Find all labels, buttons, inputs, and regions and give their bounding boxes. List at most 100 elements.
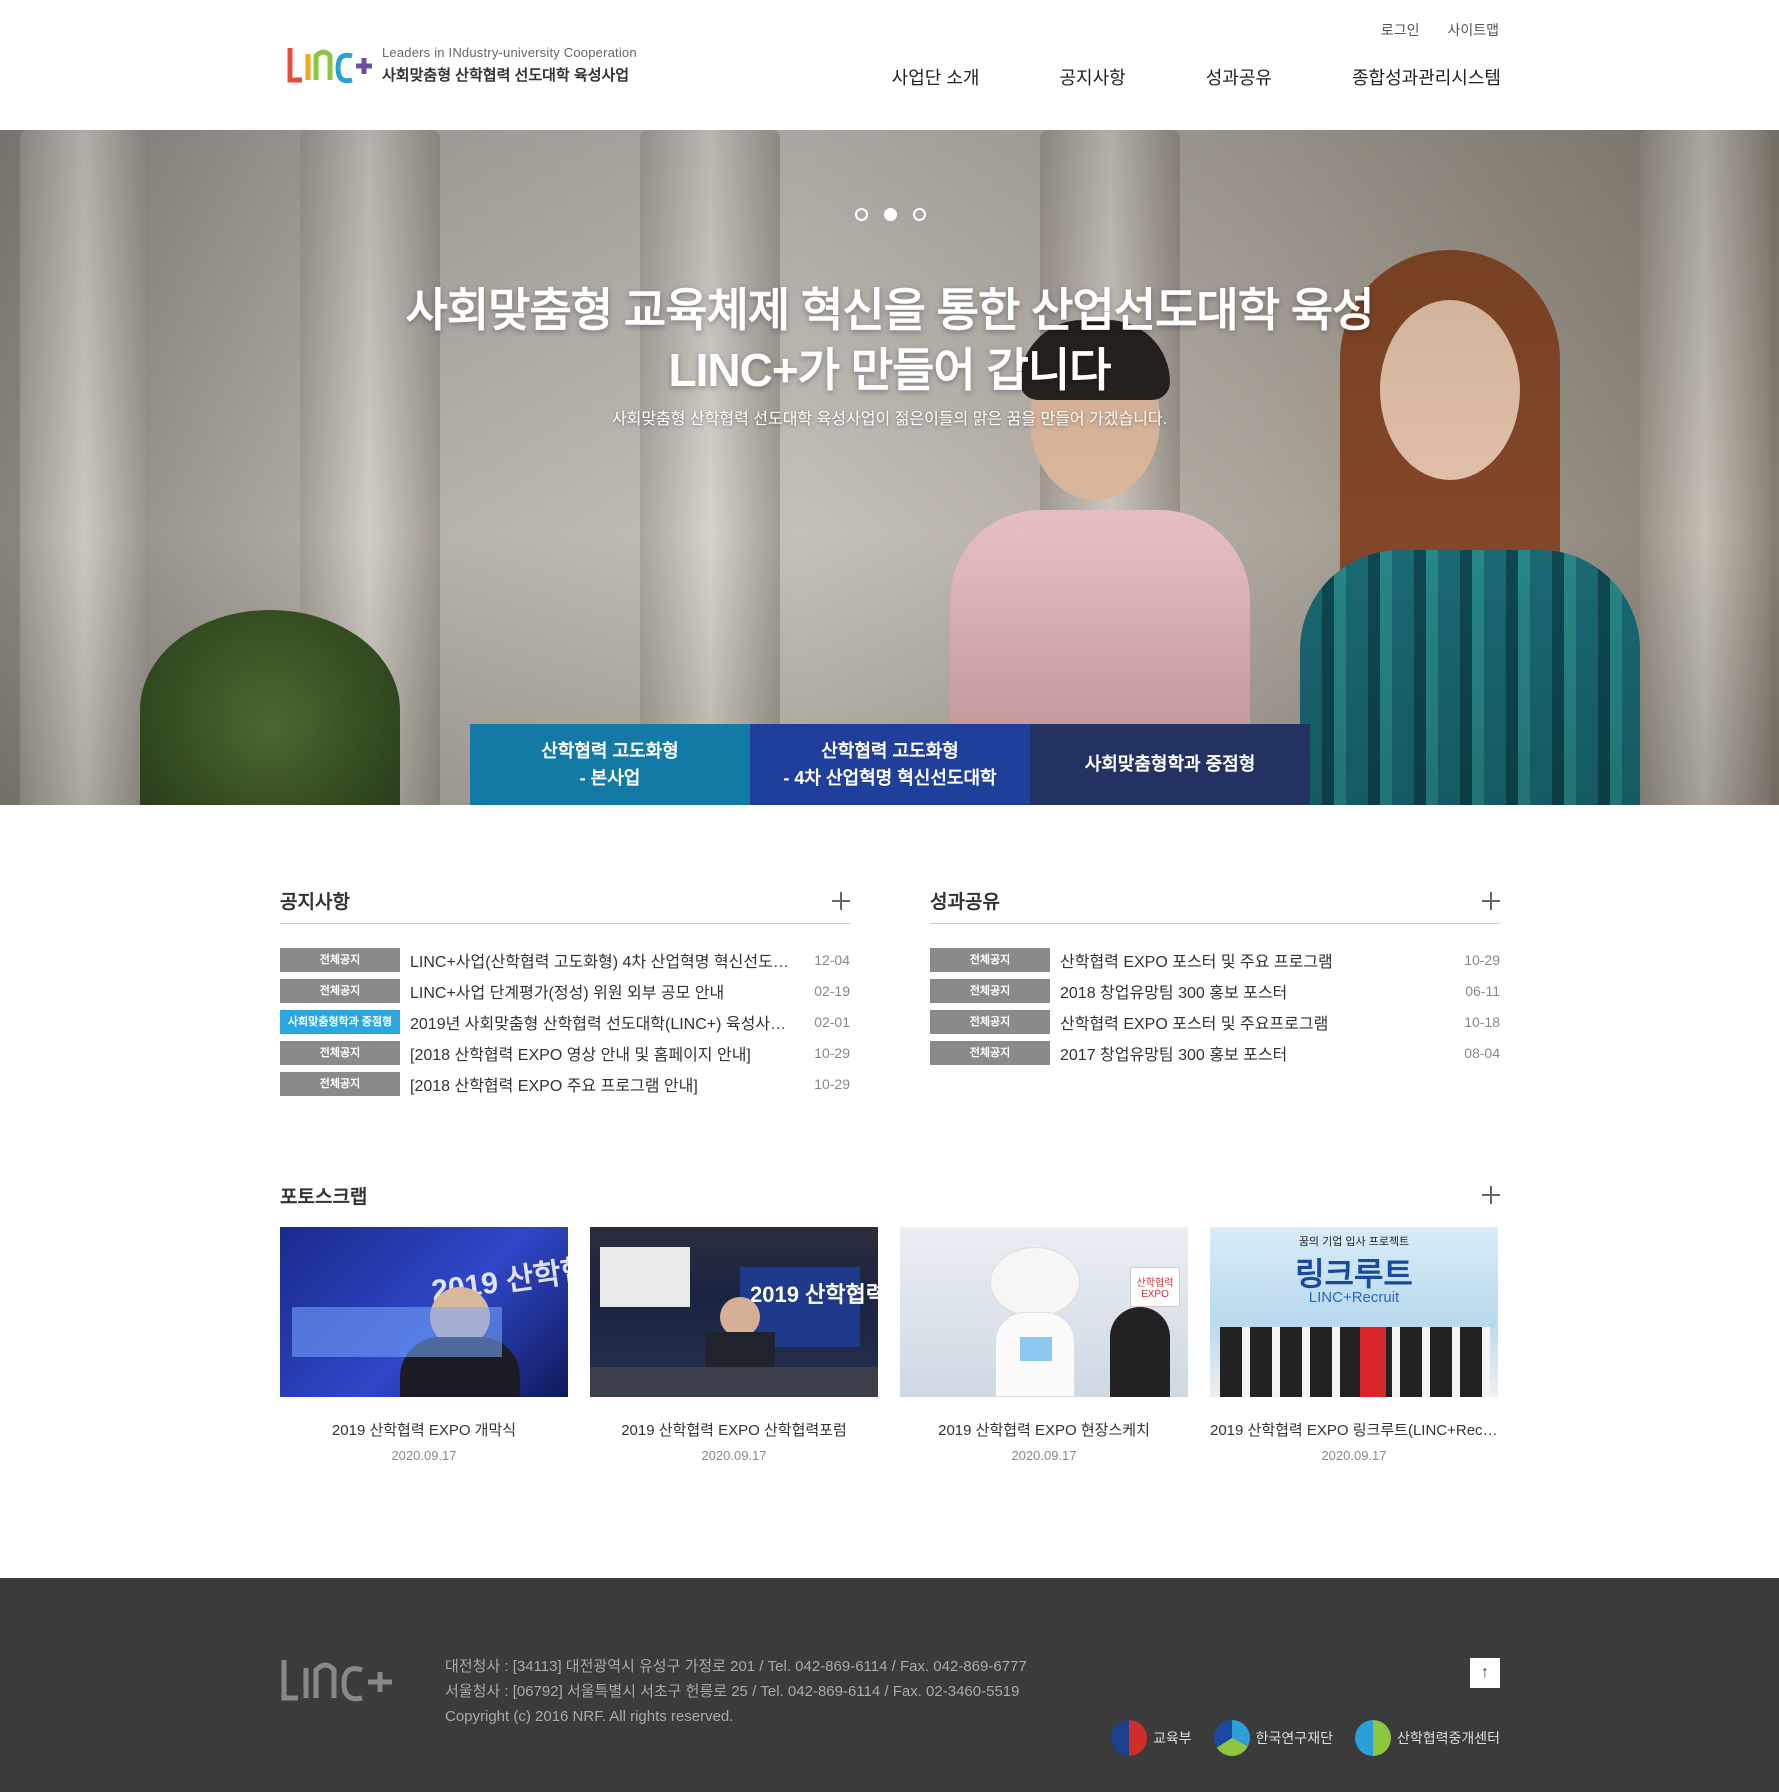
- slide-dot-3[interactable]: [913, 208, 926, 221]
- program-tabs: 산학협력 고도화형 - 본사업 산학협력 고도화형 - 4차 산업혁명 혁신선도…: [470, 724, 1310, 805]
- notice-row[interactable]: 전체공지 [2018 산학협력 EXPO 영상 안내 및 홈페이지 안내] 10…: [280, 1037, 850, 1068]
- category-badge: 사회맞춤형학과 중점형: [280, 1009, 400, 1034]
- results-board: 성과공유 전체공지 산학협력 EXPO 포스터 및 주요 프로그램 10-29 …: [930, 878, 1500, 1068]
- tab-label: 산학협력 고도화형: [821, 740, 959, 761]
- photo-thumbnail: 2019 산학협력 EXPO: [280, 1227, 568, 1397]
- sitemap-link[interactable]: 사이트맵: [1447, 20, 1499, 40]
- photo-card-date: 2020.09.17: [1321, 1448, 1387, 1463]
- notice-date: 10-29: [814, 1044, 850, 1061]
- tab-social-customized[interactable]: 사회맞춤형학과 중점형: [1030, 724, 1310, 805]
- utility-menu: 로그인 사이트맵: [1381, 20, 1499, 40]
- photo-section-title: 포토스크랩: [280, 1186, 368, 1208]
- notice-title: [2018 산학협력 EXPO 주요 프로그램 안내]: [410, 1077, 698, 1095]
- thumbnail-banner-en: LINC+Recruit: [1308, 1289, 1400, 1306]
- tab-advanced-4th-industry[interactable]: 산학협력 고도화형 - 4차 산업혁명 혁신선도대학: [750, 724, 1030, 805]
- slide-dot-1[interactable]: [855, 208, 868, 221]
- notice-more-plus-icon[interactable]: [832, 891, 850, 910]
- photo-thumbnail: 2019 산학협력 포럼: [590, 1227, 878, 1397]
- photo-card-title: 2019 산학협력 EXPO 산학협력포럼: [621, 1422, 847, 1439]
- photo-scrap-section: 포토스크랩 2019 산학협력 EXPO 2019 산학협력 EXPO 개막식 …: [280, 1175, 1500, 1463]
- category-badge: 전체공지: [280, 1071, 400, 1096]
- notice-row[interactable]: 전체공지 LINC+사업 단계평가(정성) 위원 외부 공모 안내 02-19: [280, 975, 850, 1006]
- results-more-plus-icon[interactable]: [1482, 891, 1500, 910]
- results-row[interactable]: 전체공지 산학협력 EXPO 포스터 및 주요 프로그램 10-29: [930, 944, 1500, 975]
- photo-card-date: 2020.09.17: [391, 1448, 457, 1463]
- nav-item-about[interactable]: 사업단 소개: [892, 64, 980, 90]
- notice-date: 10-29: [814, 1075, 850, 1092]
- nav-item-results[interactable]: 성과공유: [1206, 64, 1272, 90]
- results-title: 산학협력 EXPO 포스터 및 주요프로그램: [1060, 1015, 1329, 1033]
- category-badge: 전체공지: [280, 978, 400, 1003]
- thumbnail-banner-text: 2019 산학협력 포럼: [750, 1282, 878, 1307]
- logo-english-text: Leaders in INdustry-university Cooperati…: [382, 45, 637, 60]
- partner-moe[interactable]: 교육부: [1111, 1720, 1192, 1756]
- partner-label: 산학협력중개센터: [1396, 1730, 1500, 1746]
- hero-banner: 사회맞춤형 교육체제 혁신을 통한 산업선도대학 육성 LINC+가 만들어 갑…: [0, 130, 1779, 805]
- notice-row[interactable]: 전체공지 LINC+사업(산학협력 고도화형) 4차 산업혁명 혁신선도대학 선…: [280, 944, 850, 975]
- photo-card[interactable]: 2019 산학협력 EXPO 2019 산학협력 EXPO 개막식 2020.0…: [280, 1227, 568, 1463]
- nav-item-notice[interactable]: 공지사항: [1059, 64, 1125, 90]
- photo-thumbnail: 산학협력 EXPO: [900, 1227, 1188, 1397]
- category-badge: 전체공지: [280, 947, 400, 972]
- notice-date: 12-04: [814, 951, 850, 968]
- brokerage-center-logo-icon: [1354, 1720, 1391, 1756]
- partner-nrf[interactable]: 한국연구재단: [1213, 1720, 1333, 1756]
- footer-address-daejeon: 대전청사 : [34113] 대전광역시 유성구 가정로 201 / Tel. …: [445, 1658, 1027, 1675]
- mascot-head: [990, 1247, 1080, 1317]
- nav-item-system[interactable]: 종합성과관리시스템: [1352, 64, 1501, 90]
- results-row[interactable]: 전체공지 2018 창업유망팀 300 홍보 포스터 06-11: [930, 975, 1500, 1006]
- tab-sublabel: - 4차 산업혁명 혁신선도대학: [783, 767, 997, 788]
- tab-advanced-main[interactable]: 산학협력 고도화형 - 본사업: [470, 724, 750, 805]
- slide-dot-2[interactable]: [884, 208, 897, 221]
- site-header: Leaders in INdustry-university Cooperati…: [0, 0, 1779, 130]
- mascot-badge: [1020, 1337, 1052, 1361]
- results-date: 10-18: [1464, 1013, 1500, 1030]
- photo-card[interactable]: 산학협력 EXPO 2019 산학협력 EXPO 현장스케치 2020.09.1…: [900, 1227, 1188, 1463]
- login-link[interactable]: 로그인: [1381, 20, 1420, 40]
- hero-title-line2: LINC+가 만들어 갑니다: [668, 344, 1112, 396]
- site-footer: 대전청사 : [34113] 대전광역시 유성구 가정로 201 / Tel. …: [0, 1578, 1779, 1792]
- notice-title: LINC+사업(산학협력 고도화형) 4차 산업혁명 혁신선도대학 선정 결과 …: [410, 953, 798, 971]
- notice-date: 02-01: [814, 1013, 850, 1030]
- category-badge: 전체공지: [930, 947, 1050, 972]
- notice-board-title: 공지사항: [280, 892, 350, 913]
- photo-more-plus-icon[interactable]: [1482, 1186, 1500, 1204]
- results-board-title: 성과공유: [930, 892, 1000, 913]
- group-of-people: [1220, 1327, 1490, 1397]
- results-date: 10-29: [1464, 951, 1500, 968]
- results-row[interactable]: 전체공지 2017 창업유망팀 300 홍보 포스터 08-04: [930, 1037, 1500, 1068]
- partner-logos: 교육부 한국연구재단 산학협력중개센터: [1111, 1720, 1500, 1756]
- notice-row[interactable]: 사회맞춤형학과 중점형 2019년 사회맞춤형 산학협력 선도대학(LINC+)…: [280, 1006, 850, 1037]
- photo-card-title: 2019 산학협력 EXPO 링크루트(LINC+Recruit): [1210, 1422, 1498, 1439]
- notice-date: 02-19: [814, 982, 850, 999]
- footer-linc-logo-icon: [281, 1660, 392, 1702]
- photo-thumbnail: 꿈의 기업 입사 프로젝트 링크루트 LINC+Recruit: [1210, 1227, 1498, 1397]
- notice-row[interactable]: 전체공지 [2018 산학협력 EXPO 주요 프로그램 안내] 10-29: [280, 1068, 850, 1099]
- stage-floor: [590, 1367, 878, 1397]
- thumbnail-sign: 산학협력 EXPO: [1130, 1267, 1180, 1307]
- photo-card[interactable]: 꿈의 기업 입사 프로젝트 링크루트 LINC+Recruit 2019 산학협…: [1210, 1227, 1498, 1463]
- partner-label: 한국연구재단: [1255, 1730, 1333, 1746]
- footer-copyright: Copyright (c) 2016 NRF. All rights reser…: [445, 1708, 734, 1725]
- linc-plus-logo-icon: [287, 48, 372, 84]
- photo-card-date: 2020.09.17: [701, 1448, 767, 1463]
- slider-pagination: [855, 208, 926, 221]
- site-logo[interactable]: Leaders in INdustry-university Cooperati…: [286, 44, 637, 86]
- photo-card[interactable]: 2019 산학협력 포럼 2019 산학협력 EXPO 산학협력포럼 2020.…: [590, 1227, 878, 1463]
- scroll-top-button[interactable]: ↑: [1470, 1658, 1500, 1688]
- results-date: 08-04: [1464, 1044, 1500, 1061]
- notice-board: 공지사항 전체공지 LINC+사업(산학협력 고도화형) 4차 산업혁명 혁신선…: [280, 878, 850, 1099]
- speaker-head: [720, 1297, 760, 1337]
- footer-info: 대전청사 : [34113] 대전광역시 유성구 가정로 201 / Tel. …: [445, 1654, 1027, 1729]
- photo-card-title: 2019 산학협력 EXPO 현장스케치: [938, 1422, 1150, 1439]
- category-badge: 전체공지: [280, 1040, 400, 1065]
- results-title: 2017 창업유망팀 300 홍보 포스터: [1060, 1046, 1288, 1064]
- partner-label: 교육부: [1153, 1730, 1192, 1746]
- results-row[interactable]: 전체공지 산학협력 EXPO 포스터 및 주요프로그램 10-18: [930, 1006, 1500, 1037]
- nrf-logo-icon: [1213, 1720, 1250, 1756]
- results-title: 산학협력 EXPO 포스터 및 주요 프로그램: [1060, 953, 1333, 971]
- partner-brokerage-center[interactable]: 산학협력중개센터: [1354, 1720, 1500, 1756]
- category-badge: 전체공지: [930, 1040, 1050, 1065]
- podium: [292, 1307, 502, 1357]
- main-nav: 사업단 소개 공지사항 성과공유 종합성과관리시스템: [892, 64, 1501, 90]
